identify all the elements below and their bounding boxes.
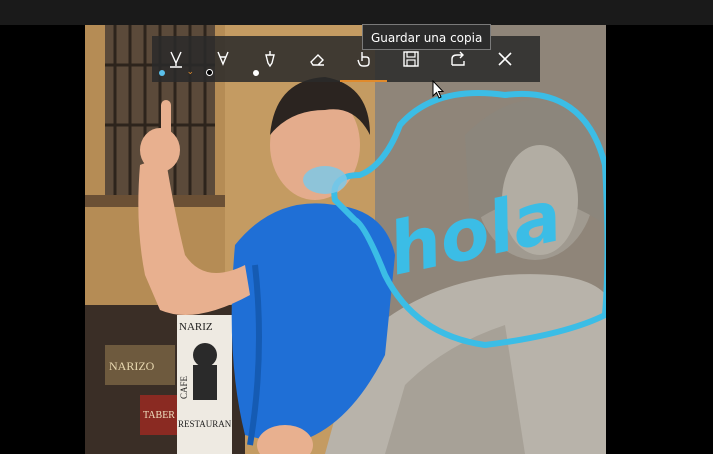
photo-image: NARIZO TABER NARIZ CAFE RESTAURAN hola bbox=[85, 25, 606, 454]
sign-text-taber: TABER bbox=[143, 410, 175, 421]
photo-canvas[interactable]: NARIZO TABER NARIZ CAFE RESTAURAN hola bbox=[85, 25, 606, 454]
calligraphy-pen-button[interactable] bbox=[246, 36, 293, 82]
pencil-icon bbox=[216, 51, 229, 66]
pencil-color-dot bbox=[206, 69, 213, 76]
ballpoint-pen-button[interactable]: ⌄ bbox=[152, 36, 199, 82]
eraser-button[interactable] bbox=[293, 36, 340, 82]
share-icon bbox=[450, 51, 465, 66]
save-icon bbox=[402, 51, 419, 67]
eraser-icon bbox=[309, 54, 324, 66]
viewer-background-right bbox=[606, 25, 713, 454]
pen-color-dot bbox=[159, 70, 165, 76]
title-bar bbox=[0, 0, 713, 25]
viewer-background-left bbox=[0, 25, 85, 454]
chevron-down-icon[interactable]: ⌄ bbox=[186, 68, 194, 77]
calligraphy-pen-icon bbox=[264, 51, 275, 68]
sign-text-cafe: CAFE bbox=[179, 375, 189, 399]
mouse-cursor-icon bbox=[432, 80, 445, 99]
sign-text-narizo: NARIZO bbox=[109, 359, 155, 373]
ballpoint-pen-icon bbox=[169, 51, 182, 68]
sign-text-nariz: NARIZ bbox=[179, 321, 213, 333]
close-icon bbox=[497, 52, 512, 66]
pencil-button[interactable] bbox=[199, 36, 246, 82]
touch-writing-icon bbox=[356, 52, 370, 67]
calligraphy-color-dot bbox=[253, 70, 259, 76]
sign-text-restaurante: RESTAURAN bbox=[178, 419, 232, 429]
save-copy-tooltip: Guardar una copia bbox=[362, 24, 492, 50]
